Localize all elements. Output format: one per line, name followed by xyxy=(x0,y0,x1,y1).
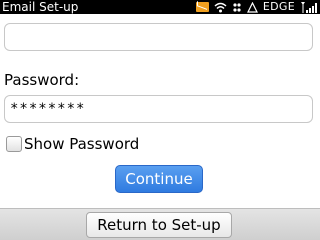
password-label: Password: xyxy=(4,71,80,89)
wifi-icon xyxy=(214,2,227,13)
show-password-checkbox[interactable] xyxy=(6,136,22,152)
message-icon[interactable] xyxy=(195,2,209,12)
alert-icon xyxy=(246,1,258,13)
show-password-row[interactable]: Show Password xyxy=(6,135,139,153)
bottom-bar: Return to Set-up xyxy=(0,208,320,240)
bluetooth-icon xyxy=(232,2,242,13)
signal-icon xyxy=(300,1,318,13)
status-icons: EDGE xyxy=(195,0,318,14)
password-field[interactable]: ******** xyxy=(4,95,313,123)
window-title: Email Set-up xyxy=(2,0,79,14)
network-label: EDGE xyxy=(262,0,295,13)
return-to-setup-button[interactable]: Return to Set-up xyxy=(86,212,232,238)
email-field[interactable] xyxy=(4,23,313,51)
status-bar: Email Set-up EDGE xyxy=(0,0,320,14)
show-password-label[interactable]: Show Password xyxy=(24,135,139,153)
continue-button[interactable]: Continue xyxy=(115,165,203,193)
form-area: Password: ******** Show Password Continu… xyxy=(0,14,320,208)
